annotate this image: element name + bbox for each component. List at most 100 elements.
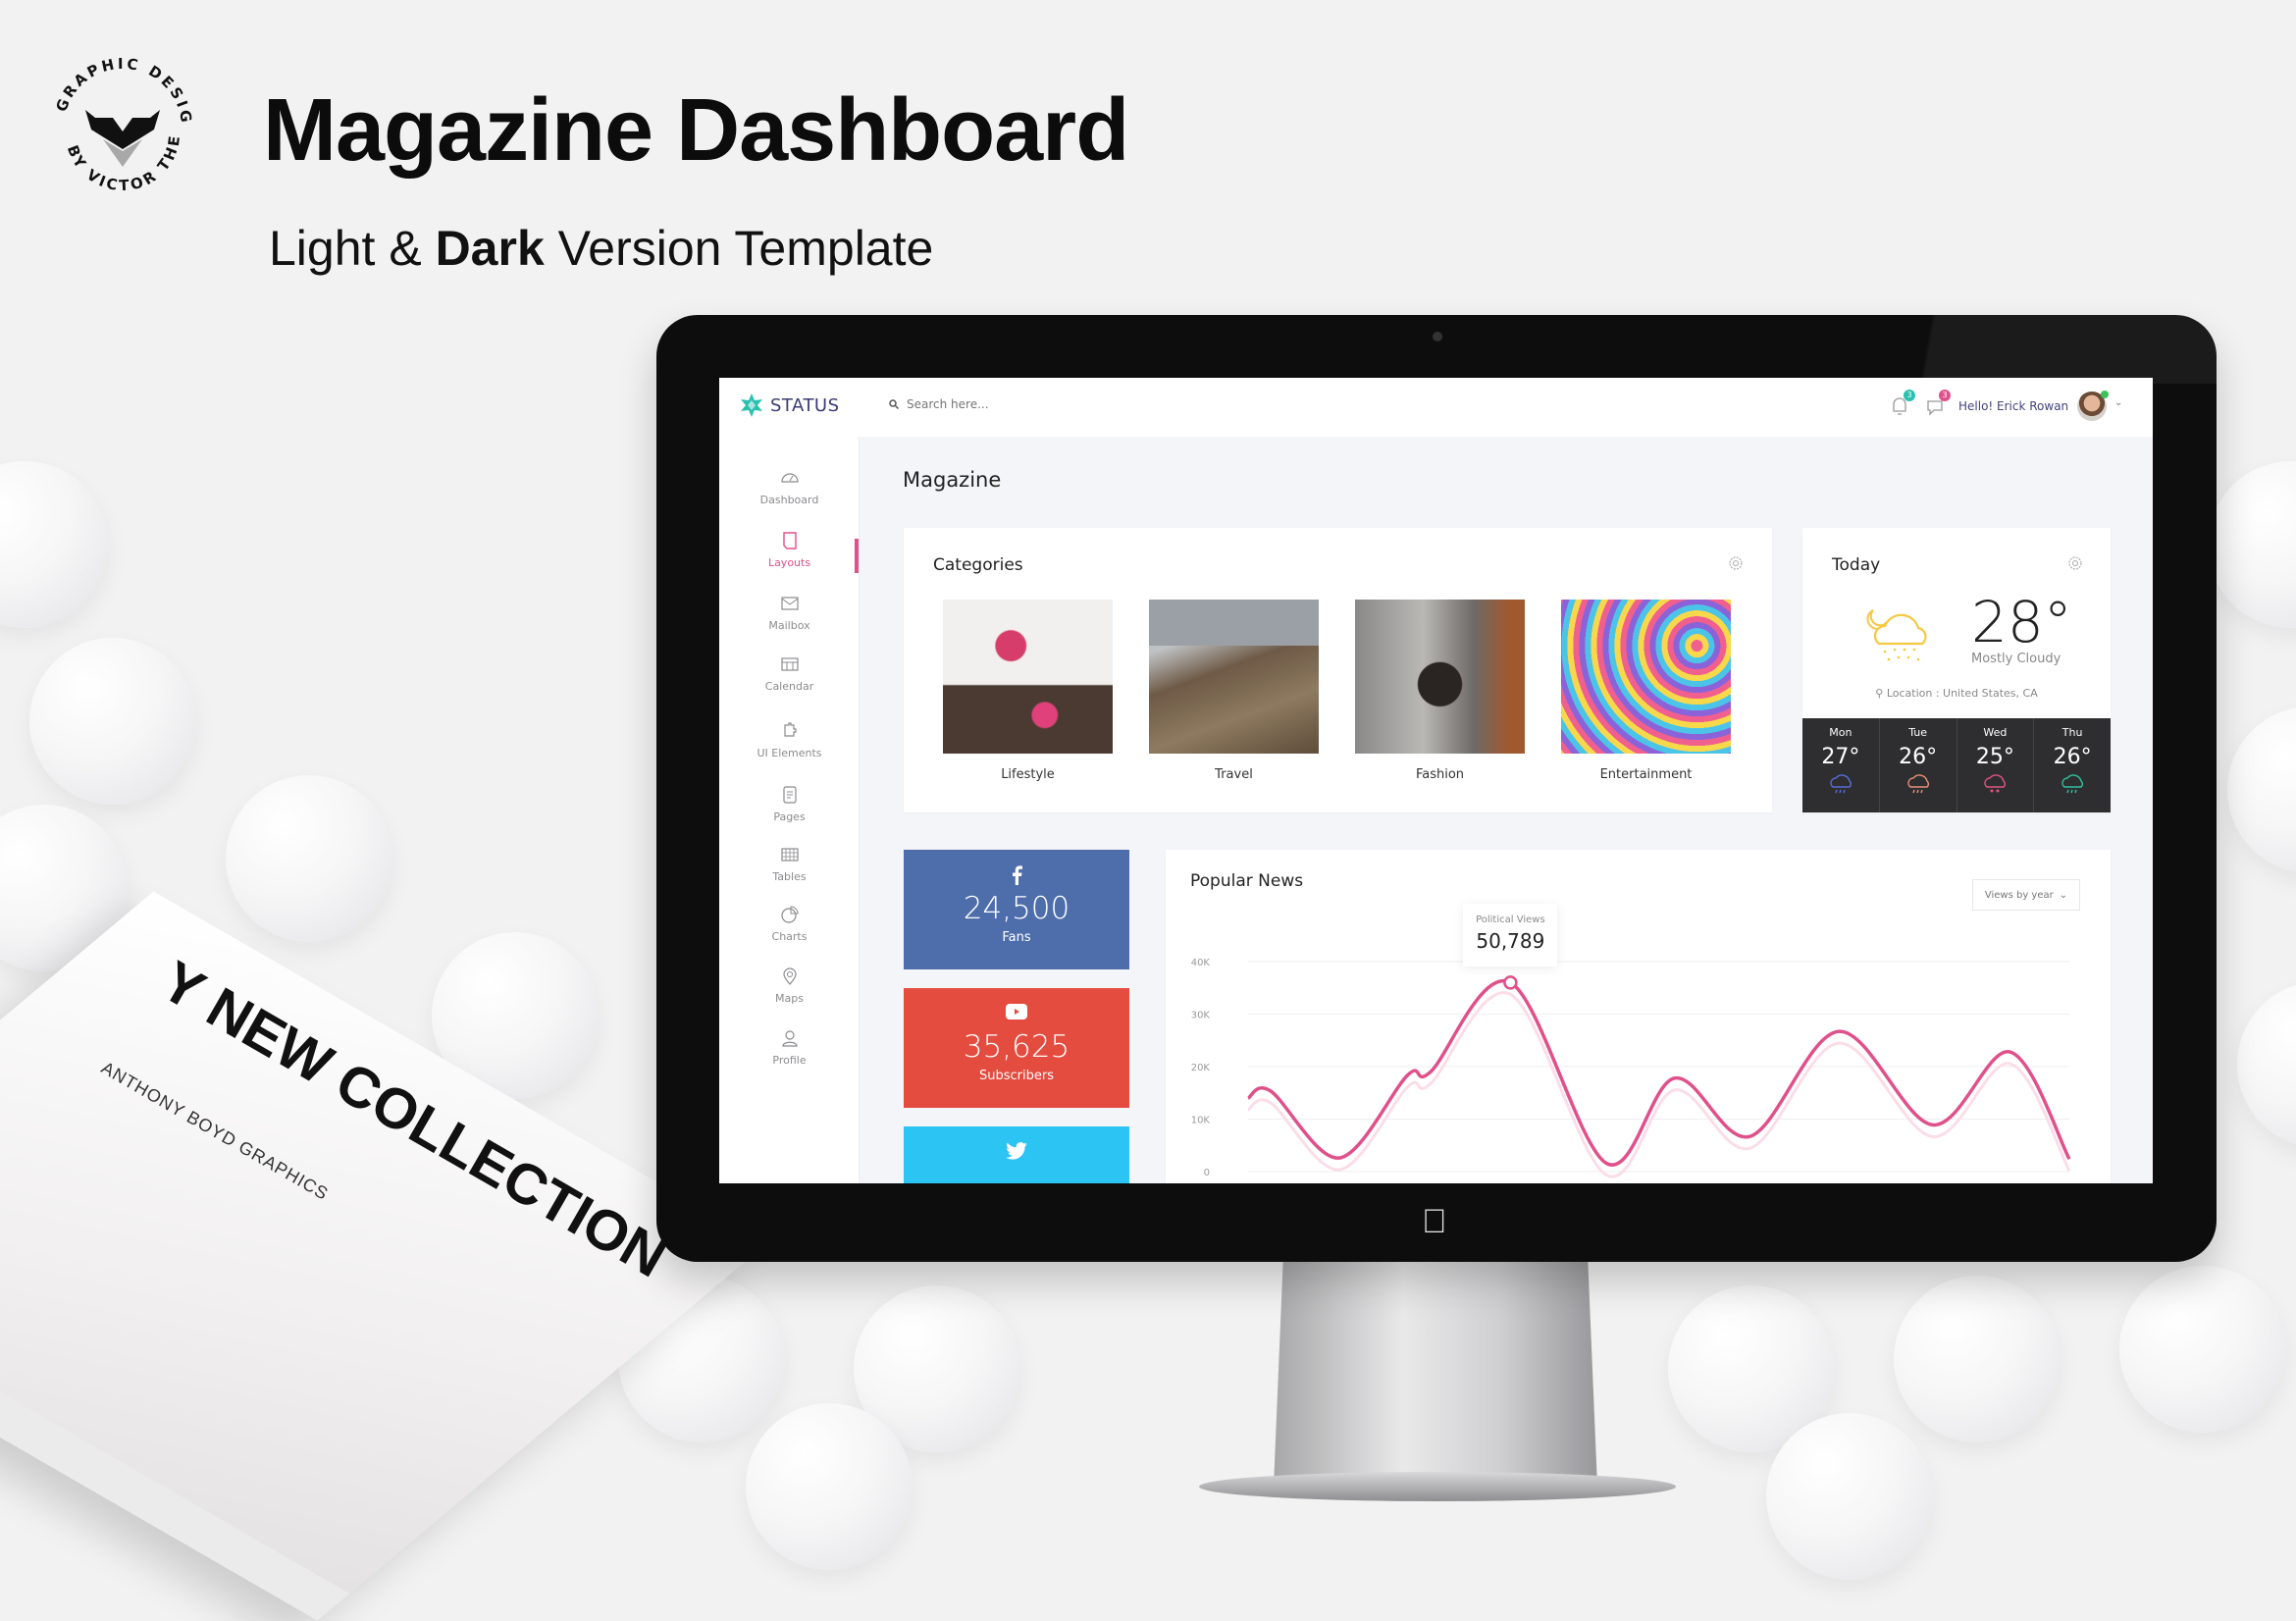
category-label: Travel <box>1215 767 1253 782</box>
facebook-card[interactable]: 24,500 Fans <box>904 850 1129 969</box>
camera <box>1433 332 1442 341</box>
sidebar-item-label: Layouts <box>767 556 811 569</box>
twitter-card[interactable] <box>904 1126 1129 1183</box>
youtube-card[interactable]: 35,625 Subscribers <box>904 988 1129 1108</box>
entertainment-image <box>1561 600 1731 754</box>
rain-cloud-icon <box>2061 774 2084 794</box>
sidebar-item-profile[interactable]: Profile <box>719 1028 860 1083</box>
tooltip-value: 50,789 <box>1476 929 1545 954</box>
twitter-icon <box>904 1142 1129 1164</box>
sidebar-item-label: Mailbox <box>768 619 810 632</box>
forecast-temp: 26° <box>2053 745 2092 769</box>
cloudy-night-snow-icon <box>1866 609 1927 661</box>
user-greeting[interactable]: Hello! Erick Rowan <box>1958 399 2068 413</box>
category-label: Fashion <box>1415 767 1465 782</box>
notification-button[interactable]: 3 <box>1890 390 1915 419</box>
forecast-day-label: Tue <box>1908 726 1928 739</box>
forecast-day-label: Mon <box>1829 726 1852 739</box>
weather-location: ⚲ Location : United States, CA <box>1802 687 2111 700</box>
popular-news-card: 0 10K 20K 30K 40K Popular News Views by year… <box>1166 850 2111 1183</box>
page-title: Magazine <box>903 468 1002 492</box>
hail-cloud-icon <box>1984 774 2007 793</box>
series-shadow-line <box>1247 991 2071 1178</box>
category-label: Entertainment <box>1599 767 1693 782</box>
forecast-day: Tue 26° <box>1880 718 1957 812</box>
search-icon <box>889 399 899 409</box>
facebook-fans-count: 24,500 <box>963 891 1070 926</box>
sidebar-item-label: Tables <box>772 870 807 883</box>
brand-name: STATUS <box>770 394 840 416</box>
forecast-day: Wed 25° <box>1957 718 2035 812</box>
gauge-icon <box>780 473 799 483</box>
youtube-icon <box>904 1004 1129 1025</box>
online-status-dot <box>2101 391 2109 398</box>
chevron-down-icon[interactable]: ⌄ <box>2114 397 2122 408</box>
y-tick-label: 30K <box>1191 1011 1211 1021</box>
category-lifestyle[interactable]: Lifestyle <box>943 600 1113 782</box>
rain-cloud-icon <box>1830 774 1852 794</box>
category-fashion[interactable]: Fashion <box>1355 600 1525 782</box>
map-pin-icon <box>782 967 797 985</box>
search-bar[interactable] <box>889 397 1201 411</box>
magazine-book-mockup: Y NEW COLLECTION ANTHONY BOYD GRAPHICS <box>0 891 766 1621</box>
top-bar: STATUS 3 3 Hello! Erick Rowan ⌄ <box>719 378 2153 437</box>
category-entertainment[interactable]: Entertainment <box>1561 600 1731 782</box>
pie-chart-icon <box>780 906 799 923</box>
sidebar-item-charts[interactable]: Charts <box>719 905 860 960</box>
weather-condition: Mostly Cloudy <box>1971 652 2061 666</box>
puzzle-icon <box>783 722 797 737</box>
sidebar-item-label: Maps <box>775 992 804 1005</box>
chevron-down-icon: ⌄ <box>2059 889 2068 901</box>
categories-card: Categories Lifestyle Travel Fashion Ente… <box>904 528 1772 812</box>
apple-logo-icon:  <box>1422 1203 1447 1241</box>
gear-icon[interactable] <box>2067 555 2083 571</box>
popular-news-title: Popular News <box>1190 871 1304 891</box>
lifestyle-image <box>943 600 1113 754</box>
victor-themes-logo: GRAPHIC DESIGNS BY VICTOR THEMES <box>35 35 201 206</box>
sidebar: Dashboard Layouts Mailbox Calendar UI El… <box>719 437 860 1183</box>
weather-card: Today 28° Mostly Cloudy ⚲ Location : Uni… <box>1802 528 2111 812</box>
promo-subtitle: Light & Dark Version Template <box>269 221 934 276</box>
star-logo-icon <box>741 393 762 417</box>
weather-title: Today <box>1832 555 1881 575</box>
category-travel[interactable]: Travel <box>1149 600 1319 782</box>
y-tick-label: 20K <box>1191 1063 1211 1073</box>
brand-logo[interactable]: STATUS <box>741 393 840 417</box>
promo-title: Magazine Dashboard <box>263 81 1129 180</box>
sidebar-item-maps[interactable]: Maps <box>719 967 860 1021</box>
sidebar-item-layouts[interactable]: Layouts <box>719 531 860 586</box>
sidebar-item-calendar[interactable]: Calendar <box>719 654 860 709</box>
forecast-day: Mon 27° <box>1802 718 1880 812</box>
sidebar-item-dashboard[interactable]: Dashboard <box>719 468 860 523</box>
sidebar-item-mailbox[interactable]: Mailbox <box>719 594 860 649</box>
forecast-temp: 26° <box>1899 745 1938 769</box>
monitor-stand <box>1274 1256 1597 1487</box>
facebook-fans-label: Fans <box>1002 930 1031 945</box>
facebook-icon <box>904 865 1129 887</box>
svg-text:GRAPHIC DESIGNS: GRAPHIC DESIGNS <box>44 49 195 127</box>
sidebar-item-label: Charts <box>771 930 808 943</box>
gear-icon[interactable] <box>1728 555 1744 571</box>
highlight-point <box>1503 975 1518 990</box>
current-temperature: 28° <box>1971 589 2072 655</box>
table-icon <box>780 848 799 862</box>
sidebar-item-tables[interactable]: Tables <box>719 845 860 900</box>
sidebar-item-label: Pages <box>773 810 806 823</box>
mail-icon <box>780 597 799 610</box>
messages-badge: 3 <box>1939 390 1951 401</box>
series-line <box>1246 978 2071 1167</box>
monitor-stand-base <box>1199 1472 1676 1501</box>
sidebar-item-ui-elements[interactable]: UI Elements <box>719 721 860 776</box>
search-input[interactable] <box>907 397 1201 411</box>
forecast-strip: Mon 27° Tue 26° Wed 25° Thu 26° <box>1802 718 2111 812</box>
forecast-day-label: Thu <box>2061 726 2083 739</box>
select-value: Views by year <box>1984 889 2054 901</box>
forecast-day: Thu 26° <box>2034 718 2111 812</box>
messages-button[interactable]: 3 <box>1925 390 1951 419</box>
forecast-temp: 27° <box>1821 745 1860 769</box>
categories-title: Categories <box>933 555 1023 575</box>
views-by-year-select[interactable]: Views by year ⌄ <box>1972 879 2080 911</box>
sidebar-item-pages[interactable]: Pages <box>719 785 860 840</box>
youtube-subscribers-label: Subscribers <box>979 1069 1054 1083</box>
active-indicator <box>855 539 859 573</box>
